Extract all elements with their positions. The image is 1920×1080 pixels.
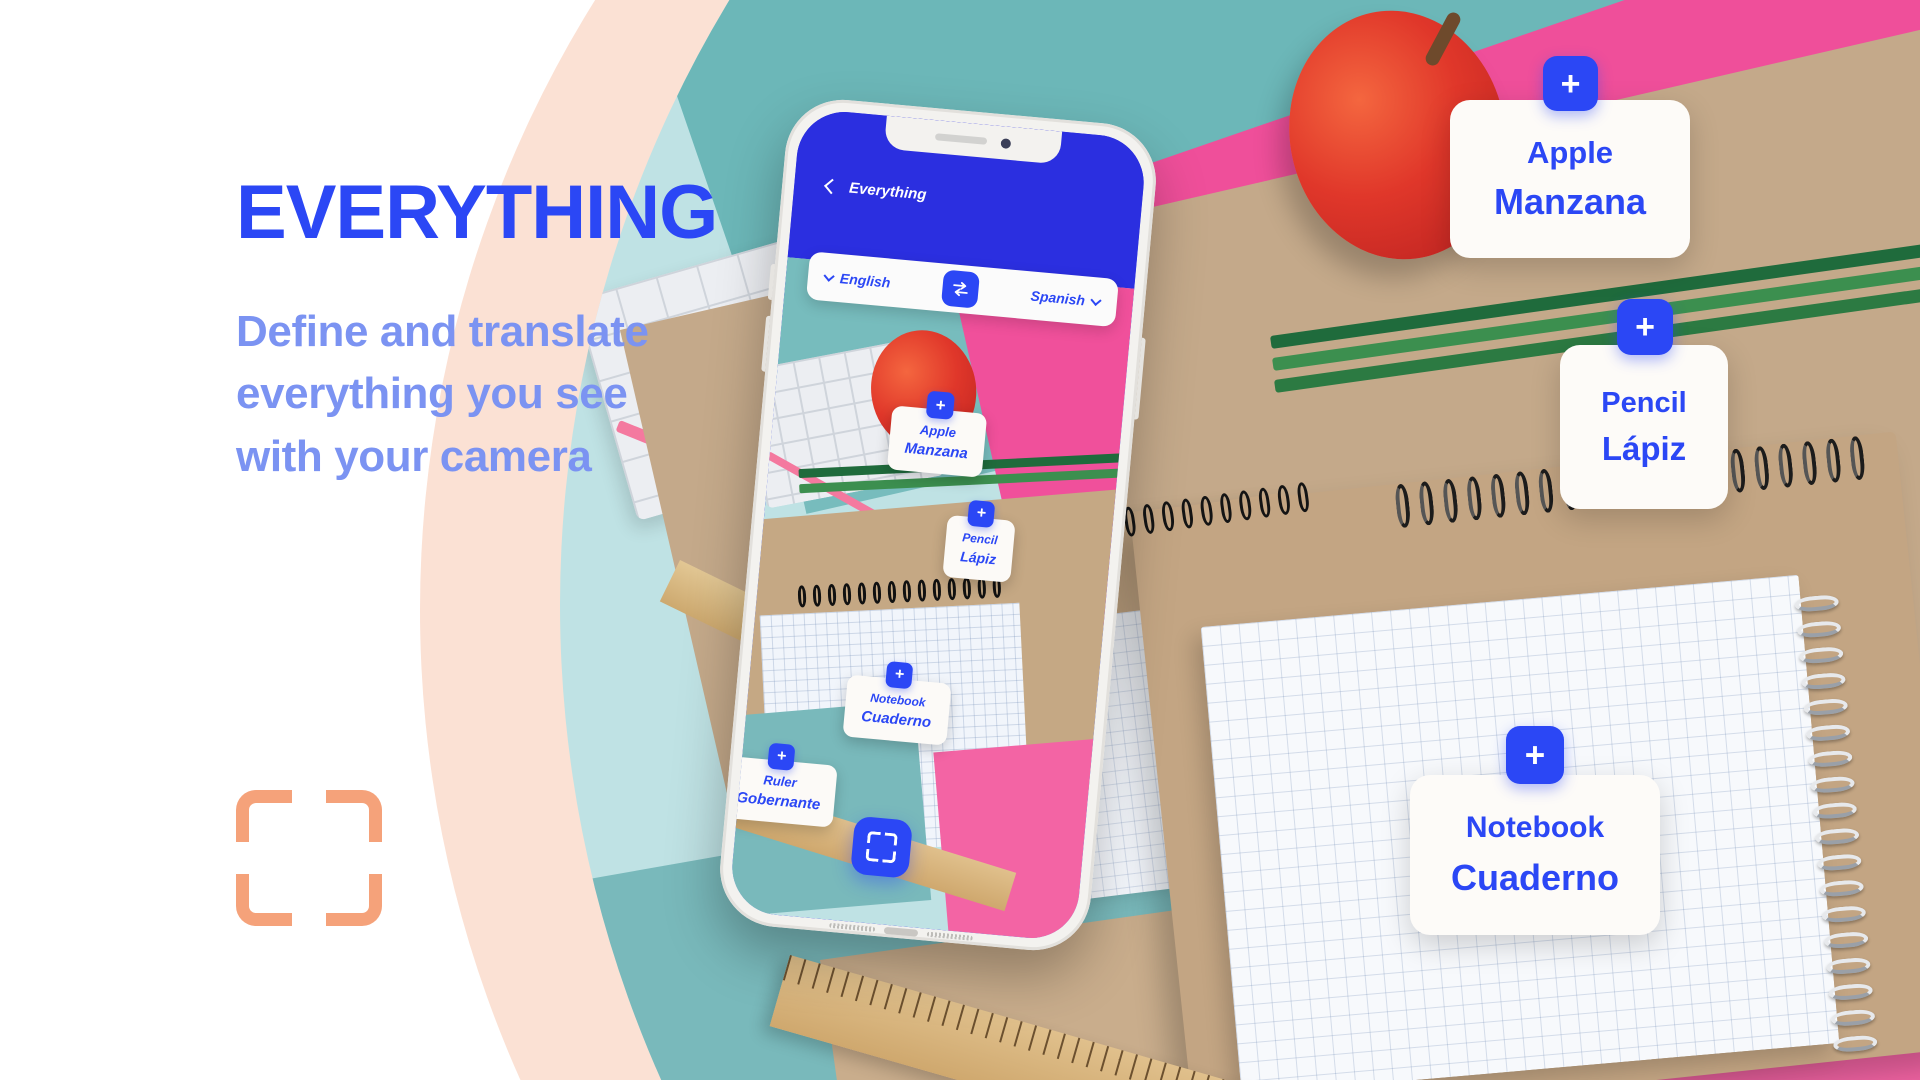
detected-target-word: Manzana xyxy=(903,439,969,463)
marketing-hero-screen: EVERYTHING Define and translate everythi… xyxy=(0,0,1920,1080)
add-to-list-button[interactable]: + xyxy=(767,742,796,771)
source-language-label: English xyxy=(839,270,892,291)
chevron-down-icon xyxy=(1090,294,1102,306)
detected-card-ruler[interactable]: + Ruler Gobernante xyxy=(728,742,838,828)
speaker-grille xyxy=(829,922,876,932)
page-title: EVERYTHING xyxy=(236,170,718,255)
overlay-card-notebook[interactable]: + Notebook Cuaderno xyxy=(1410,726,1660,935)
hero-subtitle: Define and translate everything you see … xyxy=(236,307,649,481)
charging-port xyxy=(883,926,919,937)
target-language-select[interactable]: Spanish xyxy=(1029,287,1102,309)
source-language-select[interactable]: English xyxy=(823,269,892,291)
detected-target-word: Lápiz xyxy=(959,548,997,568)
earpiece-speaker xyxy=(934,133,988,145)
overlay-source-word: Apple xyxy=(1526,135,1614,170)
detected-source-word: Notebook xyxy=(869,690,927,710)
overlay-source-word: Pencil xyxy=(1601,386,1687,419)
detected-target-word: Cuaderno xyxy=(860,707,932,731)
detected-card-notebook[interactable]: + Notebook Cuaderno xyxy=(842,660,952,746)
camera-viewfinder xyxy=(728,257,1135,943)
overlay-target-word: Lápiz xyxy=(1601,429,1687,467)
scan-capture-button[interactable] xyxy=(850,815,914,879)
swap-languages-button[interactable] xyxy=(940,269,981,309)
phone-screen: Everything English Spanish + Apple Manza… xyxy=(728,107,1148,943)
overlay-card-apple[interactable]: + Apple Manzana xyxy=(1450,56,1690,258)
detected-source-word: Pencil xyxy=(961,530,999,548)
add-to-list-button[interactable]: + xyxy=(1617,299,1673,355)
front-camera-icon xyxy=(1000,137,1012,149)
overlay-target-word: Cuaderno xyxy=(1450,857,1619,898)
swap-horizontal-icon xyxy=(953,282,968,297)
detected-card-apple[interactable]: + Apple Manzana xyxy=(886,390,988,478)
target-language-label: Spanish xyxy=(1029,287,1086,309)
detected-target-word: Gobernante xyxy=(735,788,822,814)
overlay-target-word: Manzana xyxy=(1493,181,1647,222)
add-to-list-button[interactable]: + xyxy=(967,499,996,528)
detected-card-pencil[interactable]: + Pencil Lápiz xyxy=(942,499,1016,583)
nav-title: Everything xyxy=(848,179,928,204)
speaker-grille xyxy=(926,931,973,941)
detected-source-word: Apple xyxy=(919,422,957,441)
phone-mockup: Everything English Spanish + Apple Manza… xyxy=(715,94,1161,956)
detected-source-word: Ruler xyxy=(762,772,798,791)
add-to-list-button[interactable]: + xyxy=(885,660,914,690)
add-to-list-button[interactable]: + xyxy=(1543,56,1598,111)
overlay-source-word: Notebook xyxy=(1465,811,1605,844)
add-to-list-button[interactable]: + xyxy=(925,390,956,420)
chevron-left-icon[interactable] xyxy=(824,178,840,194)
add-to-list-button[interactable]: + xyxy=(1506,726,1564,784)
overlay-card-pencil[interactable]: + Pencil Lápiz xyxy=(1560,299,1728,509)
chevron-down-icon xyxy=(823,269,835,282)
hero-copy: EVERYTHING Define and translate everythi… xyxy=(236,170,718,488)
scan-frame-icon xyxy=(236,790,382,926)
